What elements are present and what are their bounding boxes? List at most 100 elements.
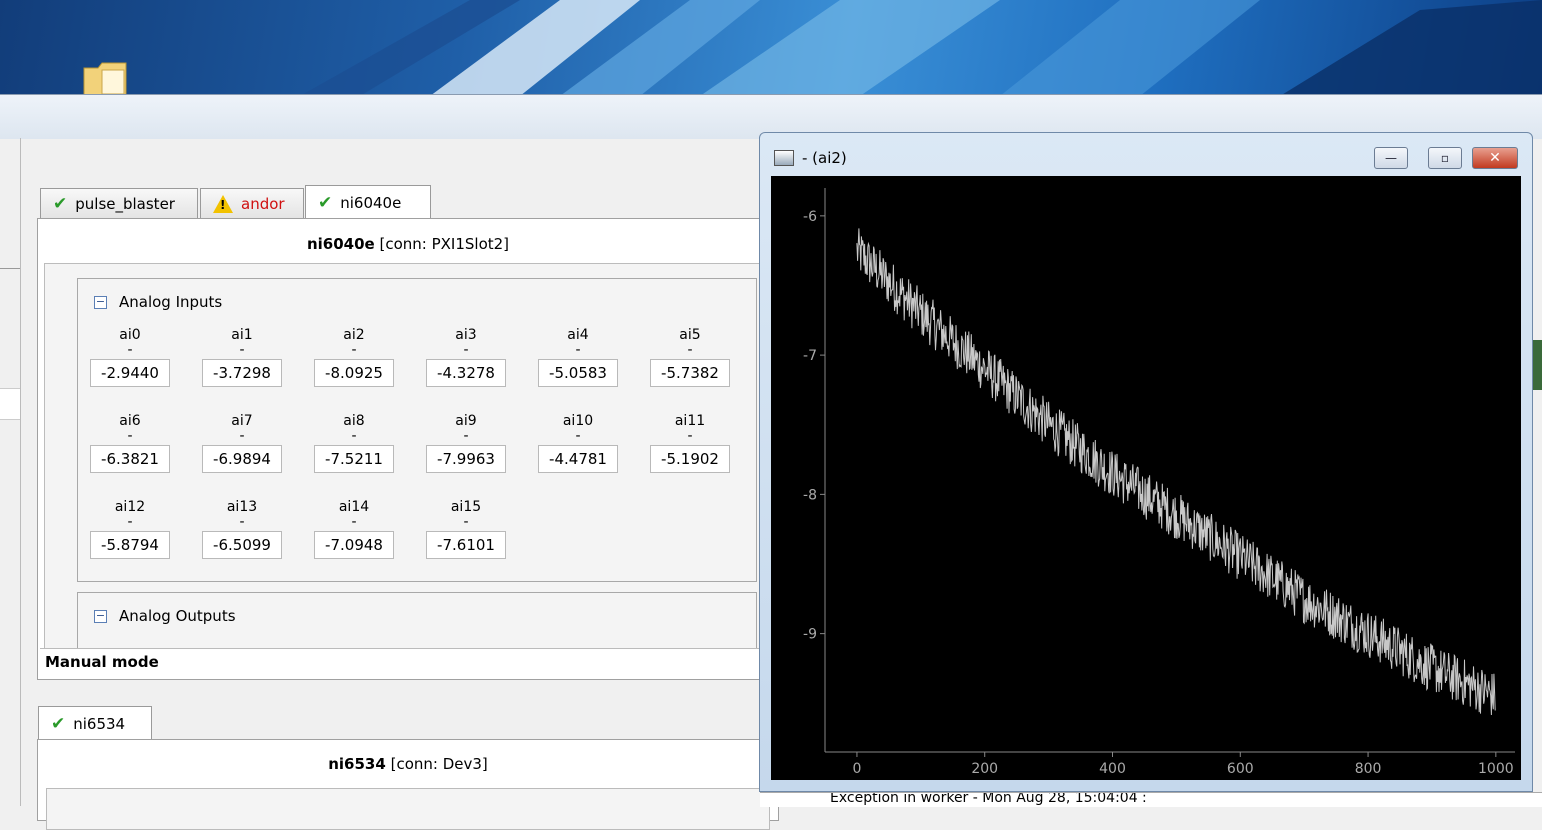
channel-unit: -	[575, 342, 581, 358]
left-panel-strip	[0, 138, 21, 806]
tab-andor[interactable]: ! andor	[200, 188, 304, 218]
manual-mode-label: Manual mode	[45, 653, 159, 671]
tab-label: ni6534	[73, 714, 126, 733]
channel-unit: -	[127, 342, 133, 358]
channel-scroll-area[interactable]: − Analog Inputs ai0- -2.9440 ai1- -3.7298 ai…	[44, 263, 760, 650]
channel-value[interactable]: -7.6101	[426, 531, 506, 559]
device-header: ni6534 [conn: Dev3]	[38, 755, 778, 773]
tab-label: ni6040e	[340, 193, 402, 212]
plot-canvas[interactable]: -6 -7 -8 -9 0 200 400 600 800 1000	[771, 176, 1521, 780]
channel-unit: -	[127, 514, 133, 530]
device-connection: [conn: Dev3]	[390, 755, 488, 773]
x-tick-label: 600	[1227, 761, 1254, 777]
channel-unit: -	[463, 342, 469, 358]
channel-unit: -	[239, 342, 245, 358]
channel-name: ai11	[674, 413, 706, 429]
x-tick-label: 800	[1355, 761, 1382, 777]
device-header: ni6040e [conn: PXI1Slot2]	[38, 235, 778, 253]
output-console: Exception in worker - Mon Aug 28, 15:04:…	[760, 792, 1542, 807]
y-tick-label: -6	[803, 209, 817, 225]
plot-window[interactable]: - (ai2) — ▫ ✕ -6 -7 -8 -9 0 200 400 600 800 1000	[759, 132, 1533, 792]
channel-value[interactable]: -5.0583	[538, 359, 618, 387]
channel-name: ai2	[343, 327, 365, 343]
window-app-icon	[774, 150, 794, 166]
group-title: Analog Inputs	[119, 293, 223, 311]
warning-icon: !	[213, 194, 233, 213]
channel-widget-ai5: ai5- -5.7382	[650, 327, 730, 387]
channel-unit: -	[575, 428, 581, 444]
checkmark-icon: ✔	[51, 713, 66, 734]
channel-value[interactable]: -5.7382	[650, 359, 730, 387]
channel-unit: -	[127, 428, 133, 444]
channel-value[interactable]: -4.4781	[538, 445, 618, 473]
close-button[interactable]: ✕	[1472, 147, 1518, 169]
channel-widget-ai2: ai2- -8.0925	[314, 327, 394, 387]
checkmark-icon: ✔	[318, 192, 333, 213]
channel-name: ai9	[455, 413, 477, 429]
channel-widget-ai12: ai12- -5.8794	[90, 499, 170, 559]
channel-unit: -	[687, 342, 693, 358]
channel-value[interactable]: -6.9894	[202, 445, 282, 473]
device-panel-ni6534: ni6534 [conn: Dev3]	[37, 739, 779, 830]
device-name: ni6534	[328, 755, 386, 773]
y-tick-label: -9	[803, 627, 817, 643]
channel-value[interactable]: -6.3821	[90, 445, 170, 473]
ni6534-content	[46, 788, 770, 830]
group-title: Analog Outputs	[119, 607, 236, 625]
folder-icon[interactable]	[82, 60, 128, 96]
channel-value[interactable]: -5.1902	[650, 445, 730, 473]
channel-widget-ai0: ai0- -2.9440	[90, 327, 170, 387]
channel-name: ai0	[119, 327, 141, 343]
plot-area[interactable]: -6 -7 -8 -9 0 200 400 600 800 1000	[771, 176, 1521, 780]
channel-widget-ai7: ai7- -6.9894	[202, 413, 282, 473]
tab-pulse-blaster[interactable]: ✔ pulse_blaster	[40, 188, 198, 218]
left-panel-row[interactable]	[0, 388, 20, 420]
y-tick-label: -7	[803, 348, 817, 364]
channel-widget-ai4: ai4- -5.0583	[538, 327, 618, 387]
channel-value[interactable]: -6.5099	[202, 531, 282, 559]
desktop-wallpaper-shapes	[300, 0, 1542, 96]
tab-ni6040e[interactable]: ✔ ni6040e	[305, 185, 431, 219]
channel-unit: -	[463, 428, 469, 444]
channel-widget-ai14: ai14- -7.0948	[314, 499, 394, 559]
tab-ni6534[interactable]: ✔ ni6534	[38, 706, 152, 740]
collapse-icon[interactable]: −	[94, 295, 107, 309]
device-name: ni6040e	[306, 235, 375, 253]
channel-unit: -	[351, 428, 357, 444]
minimize-button[interactable]: —	[1374, 147, 1408, 169]
channel-value[interactable]: -7.5211	[314, 445, 394, 473]
collapse-icon[interactable]: −	[94, 609, 107, 623]
channel-widget-ai10: ai10- -4.4781	[538, 413, 618, 473]
console-message: Exception in worker - Mon Aug 28, 15:04:…	[830, 792, 1147, 806]
channel-widget-ai11: ai11- -5.1902	[650, 413, 730, 473]
channel-unit: -	[463, 514, 469, 530]
channel-value[interactable]: -4.3278	[426, 359, 506, 387]
channel-value[interactable]: -3.7298	[202, 359, 282, 387]
channel-value[interactable]: -5.8794	[90, 531, 170, 559]
channel-name: ai3	[455, 327, 477, 343]
desktop-background	[0, 0, 1542, 96]
channel-value[interactable]: -7.9963	[426, 445, 506, 473]
device-connection: [conn: PXI1Slot2]	[379, 235, 510, 253]
channel-value[interactable]: -7.0948	[314, 531, 394, 559]
channel-unit: -	[351, 342, 357, 358]
tab-label: pulse_blaster	[75, 194, 175, 213]
channel-name: ai5	[679, 327, 701, 343]
channel-unit: -	[687, 428, 693, 444]
channel-name: ai4	[567, 327, 589, 343]
analog-inputs-group: − Analog Inputs ai0- -2.9440 ai1- -3.7298 ai…	[77, 278, 757, 582]
analog-outputs-group: − Analog Outputs	[77, 592, 757, 649]
channel-name: ai13	[226, 499, 258, 515]
series-line	[856, 228, 1496, 716]
channel-name: ai7	[231, 413, 253, 429]
x-tick-label: 0	[852, 761, 861, 777]
channel-value[interactable]: -8.0925	[314, 359, 394, 387]
channel-value[interactable]: -2.9440	[90, 359, 170, 387]
restore-button[interactable]: ▫	[1428, 147, 1462, 169]
x-tick-label: 400	[1099, 761, 1126, 777]
channel-widget-ai13: ai13- -6.5099	[202, 499, 282, 559]
channel-widget-ai9: ai9- -7.9963	[426, 413, 506, 473]
channel-widget-ai8: ai8- -7.5211	[314, 413, 394, 473]
channel-name: ai1	[231, 327, 253, 343]
x-tick-label: 1000	[1478, 761, 1514, 777]
